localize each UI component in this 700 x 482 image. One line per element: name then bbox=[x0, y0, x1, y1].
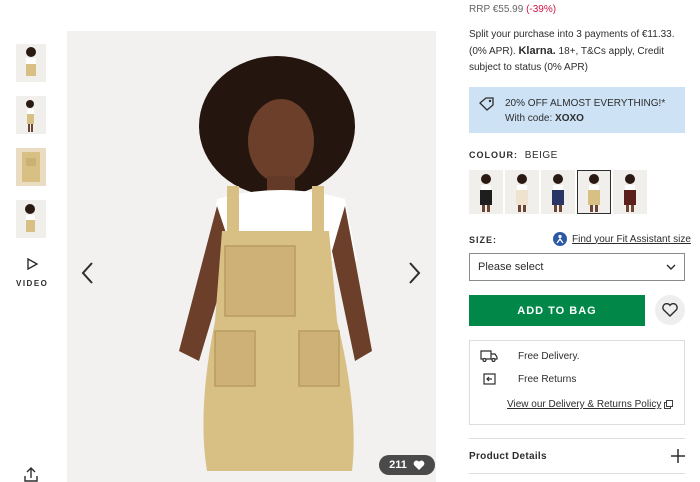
video-button[interactable]: VIDEO bbox=[16, 257, 49, 288]
promo-code: XOXO bbox=[555, 113, 584, 124]
promo-code-prefix: With code: bbox=[505, 113, 553, 124]
external-link-icon bbox=[664, 400, 674, 409]
size-label: SIZE: bbox=[469, 235, 498, 245]
product-details-title: Product Details bbox=[469, 450, 547, 462]
video-label: VIDEO bbox=[16, 279, 49, 288]
thumbnail-2[interactable] bbox=[16, 96, 46, 134]
promo-banner[interactable]: 20% OFF ALMOST EVERYTHING!* With code: X… bbox=[469, 87, 685, 133]
colour-swatch-beige[interactable] bbox=[577, 170, 611, 214]
delivery-policy-text: View our Delivery & Returns Policy bbox=[507, 399, 662, 410]
tag-icon bbox=[479, 97, 494, 111]
rrp-label: RRP €55.99 bbox=[469, 4, 524, 15]
colour-label: COLOUR: bbox=[469, 150, 518, 160]
colour-swatch-cream[interactable] bbox=[505, 170, 539, 214]
heart-outline-icon bbox=[662, 303, 678, 317]
colour-swatch-black[interactable] bbox=[469, 170, 503, 214]
klarna-logo[interactable]: Klarna. bbox=[518, 45, 555, 57]
share-icon[interactable] bbox=[22, 467, 40, 482]
thumbnail-3[interactable] bbox=[16, 148, 46, 186]
thumbnail-1[interactable] bbox=[16, 44, 46, 82]
save-for-later-button[interactable] bbox=[655, 295, 685, 325]
promo-headline: 20% OFF ALMOST EVERYTHING!* bbox=[505, 98, 666, 109]
size-select-value: Please select bbox=[478, 261, 544, 273]
fit-assistant-text: Find your Fit Assistant size bbox=[572, 233, 691, 245]
delivery-info-box: Free Delivery. Free Returns View our Del… bbox=[469, 340, 685, 425]
truck-icon bbox=[480, 350, 498, 362]
free-delivery-row: Free Delivery. bbox=[480, 350, 580, 362]
thumbnail-4[interactable] bbox=[16, 200, 46, 238]
delivery-policy-link[interactable]: View our Delivery & Returns Policy bbox=[507, 399, 674, 410]
fit-assistant-icon bbox=[553, 232, 567, 246]
product-details-accordion[interactable]: Product Details bbox=[469, 438, 685, 474]
rrp-price: RRP €55.99 (-39%) bbox=[469, 4, 556, 15]
colour-selection-label: COLOUR: BEIGE bbox=[469, 150, 558, 161]
fit-assistant-link[interactable]: Find your Fit Assistant size bbox=[553, 232, 691, 246]
colour-swatches bbox=[469, 170, 647, 214]
colour-swatch-burgundy[interactable] bbox=[613, 170, 647, 214]
returns-icon bbox=[483, 373, 496, 385]
chevron-down-icon bbox=[666, 264, 676, 270]
plus-icon bbox=[671, 449, 685, 463]
previous-image-arrow-icon[interactable] bbox=[78, 261, 98, 285]
swatch-figure bbox=[588, 174, 600, 212]
colour-swatch-navy[interactable] bbox=[541, 170, 575, 214]
swatch-figure bbox=[480, 174, 492, 212]
likes-count: 211 bbox=[389, 459, 407, 471]
main-product-image[interactable] bbox=[67, 31, 436, 482]
free-delivery-text: Free Delivery. bbox=[518, 350, 580, 362]
klarna-message: Split your purchase into 3 payments of €… bbox=[469, 27, 681, 76]
likes-badge[interactable]: 211 bbox=[379, 455, 435, 475]
promo-code-line: With code: XOXO bbox=[505, 111, 665, 126]
heart-icon bbox=[413, 460, 425, 470]
add-to-bag-button[interactable]: ADD TO BAG bbox=[469, 295, 645, 326]
size-select[interactable]: Please select bbox=[469, 253, 685, 281]
play-icon bbox=[16, 257, 48, 273]
swatch-figure bbox=[552, 174, 564, 212]
next-image-arrow-icon[interactable] bbox=[404, 261, 424, 285]
swatch-figure bbox=[516, 174, 528, 212]
thumbnail-list bbox=[16, 44, 48, 252]
colour-value: BEIGE bbox=[524, 150, 558, 161]
free-returns-text: Free Returns bbox=[518, 373, 577, 385]
discount-percent: (-39%) bbox=[526, 4, 557, 15]
swatch-figure bbox=[624, 174, 636, 212]
free-returns-row: Free Returns bbox=[480, 373, 576, 385]
